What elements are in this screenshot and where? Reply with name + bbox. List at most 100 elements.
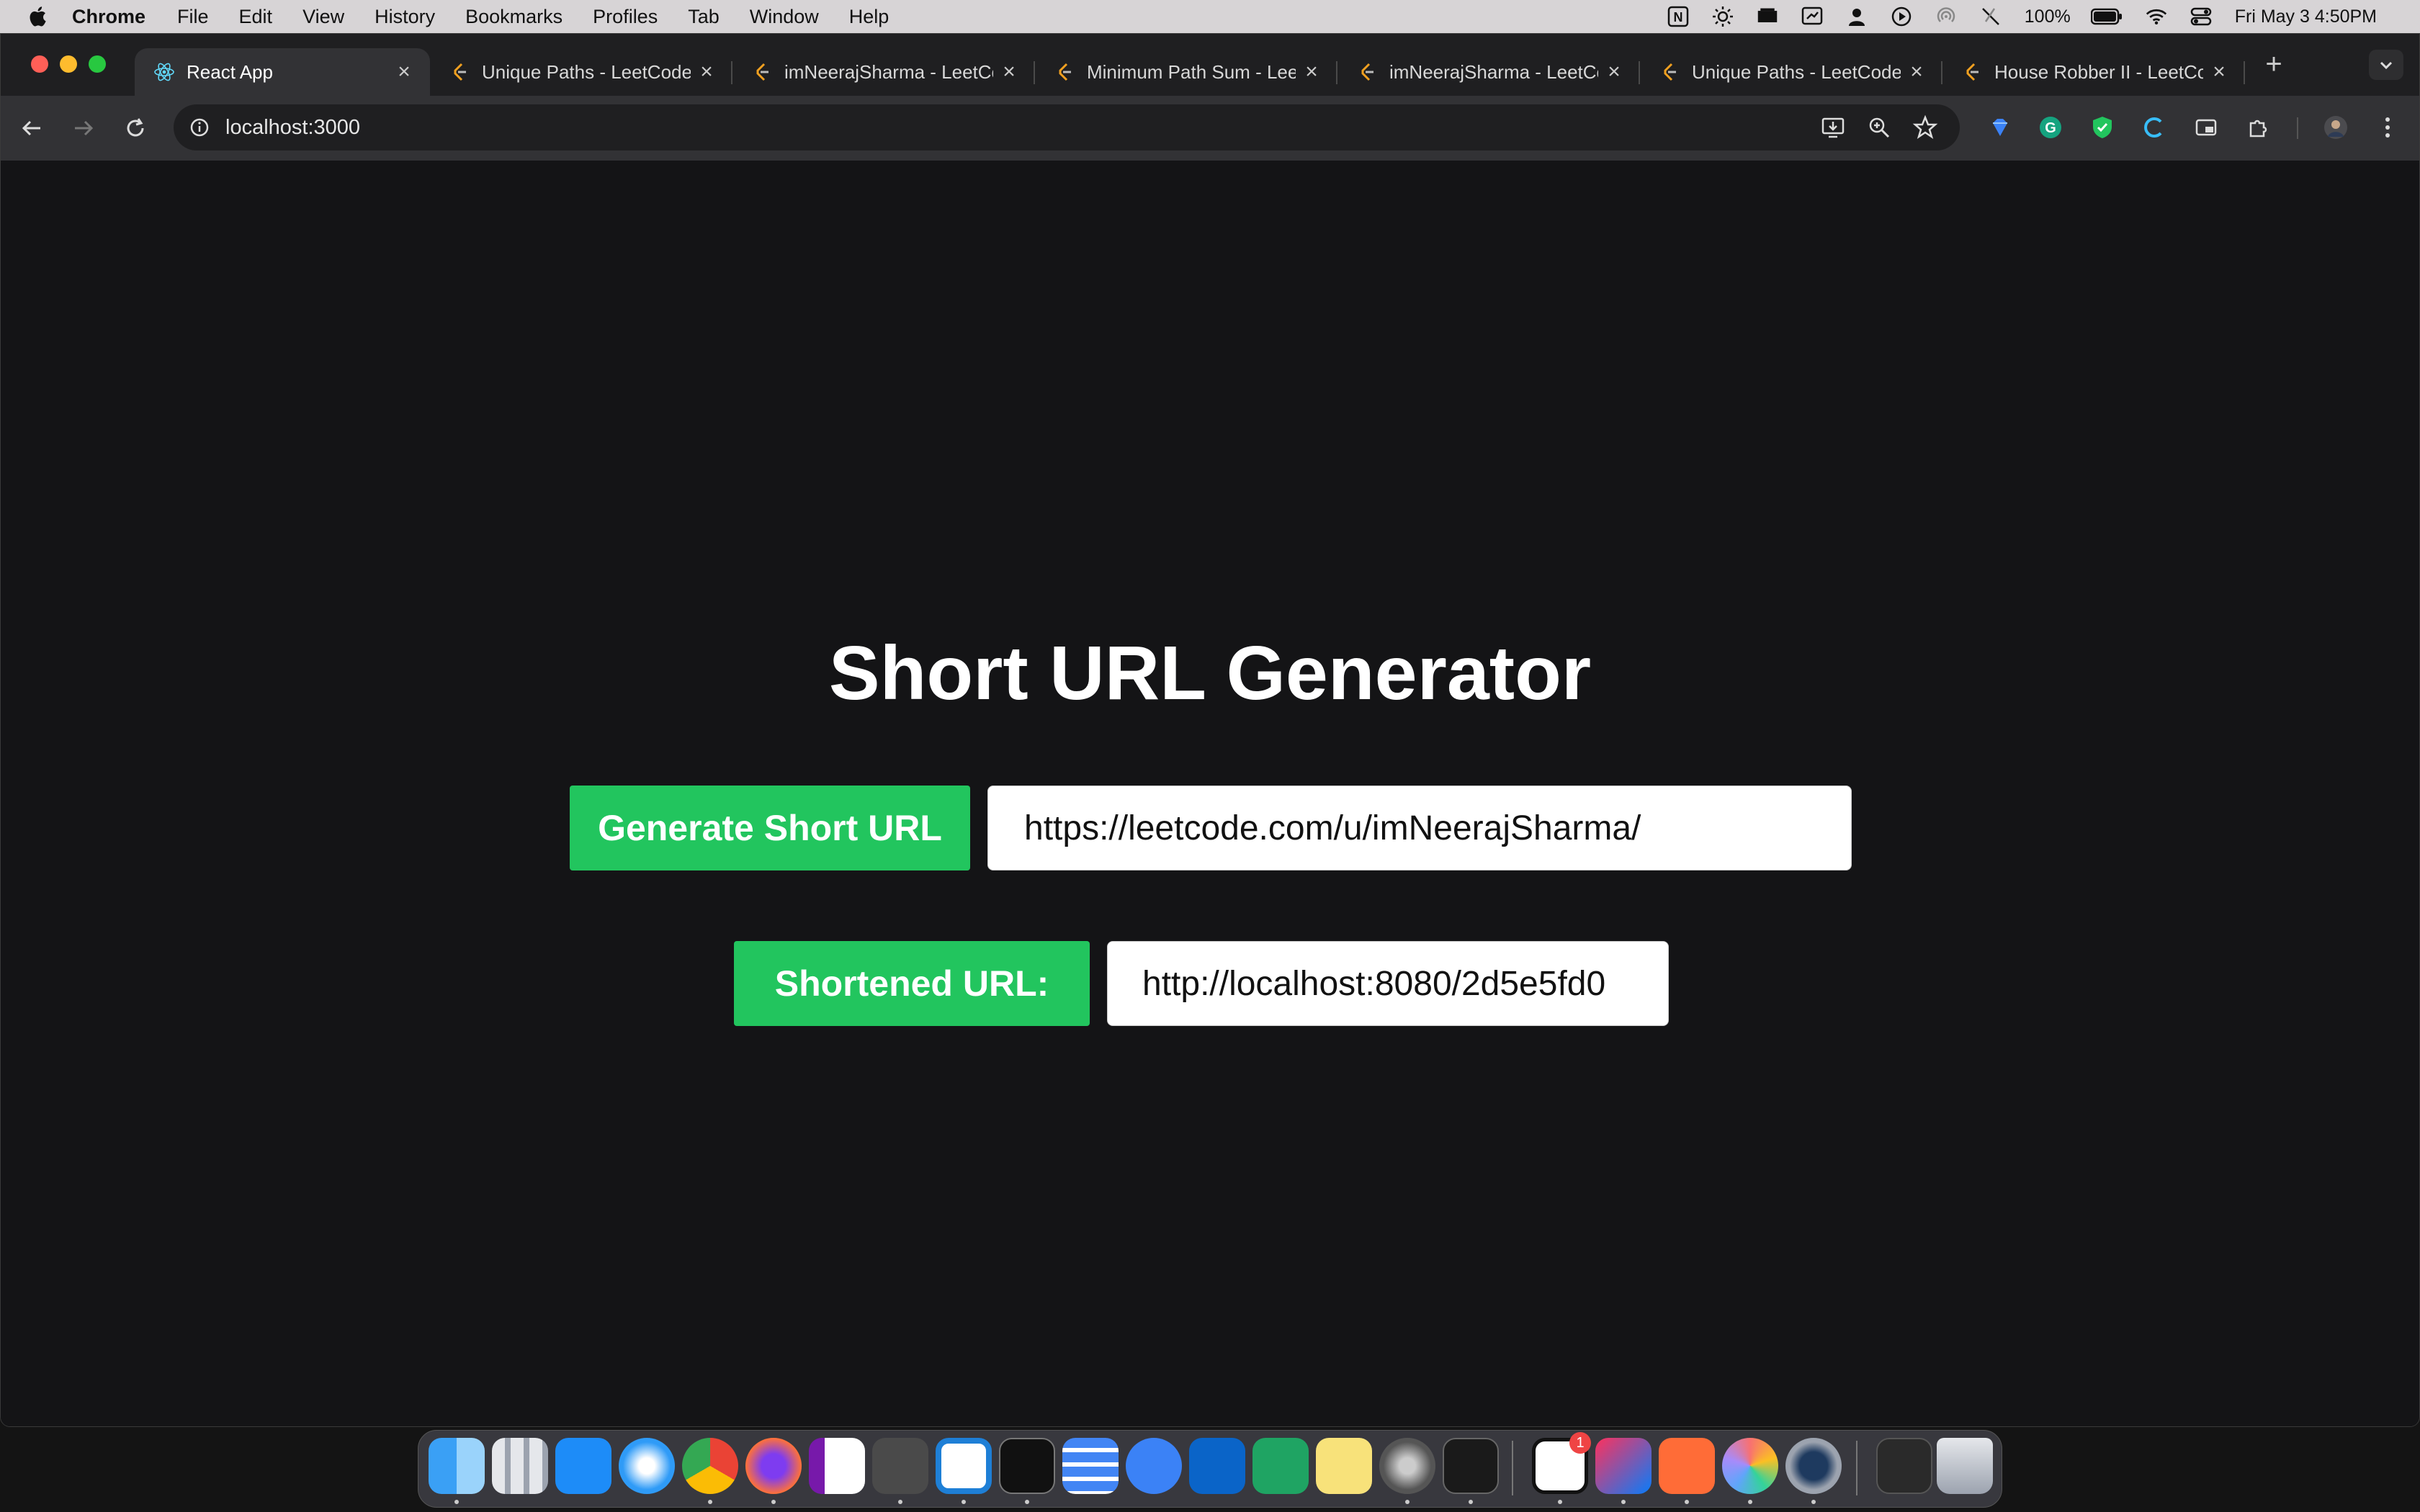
menu-help[interactable]: Help [849, 6, 889, 28]
battery-icon[interactable] [2090, 6, 2123, 27]
close-tab-icon[interactable]: × [2209, 61, 2229, 83]
close-tab-icon[interactable]: × [696, 61, 717, 83]
airdrop-icon[interactable] [1935, 6, 1957, 27]
running-indicator [1025, 1500, 1029, 1504]
google-sheets-icon[interactable] [1252, 1438, 1309, 1494]
display-icon[interactable] [1757, 6, 1778, 27]
disk-utility-icon[interactable] [1379, 1438, 1435, 1494]
grammarly-icon[interactable]: G [2036, 113, 2065, 142]
menu-history[interactable]: History [375, 6, 435, 28]
picture-in-picture-icon[interactable] [2192, 113, 2220, 142]
running-indicator [962, 1500, 966, 1504]
menu-tab[interactable]: Tab [688, 6, 720, 28]
menubar-clock[interactable]: Fri May 3 4:50PM [2235, 6, 2377, 27]
wifi-icon[interactable] [2146, 6, 2167, 27]
reload-button[interactable] [120, 113, 151, 143]
running-indicator [454, 1500, 459, 1504]
quicktime-icon[interactable] [1785, 1438, 1842, 1494]
icloud-icon[interactable] [1126, 1438, 1182, 1494]
close-tab-icon[interactable]: × [1906, 61, 1927, 83]
shield-icon[interactable] [2088, 113, 2117, 142]
browser-toolbar: localhost:3000 G [1, 96, 2419, 161]
outlook-icon[interactable] [1189, 1438, 1245, 1494]
tab-search-button[interactable] [2369, 50, 2403, 80]
leetcode-icon [756, 63, 768, 81]
brightness-icon[interactable] [1712, 6, 1734, 27]
control-center-icon[interactable] [2190, 6, 2212, 27]
app-store-icon[interactable] [555, 1438, 611, 1494]
forward-button[interactable] [68, 113, 99, 143]
running-indicator [771, 1500, 776, 1504]
extension-gem-icon[interactable] [1986, 113, 2015, 142]
running-indicator [708, 1500, 712, 1504]
photos-icon[interactable] [1722, 1438, 1778, 1494]
notion-status-icon[interactable]: N [1667, 6, 1689, 27]
macos-menu-bar: Chrome File Edit View History Bookmarks … [0, 0, 2420, 33]
generate-short-url-button[interactable]: Generate Short URL [570, 786, 970, 870]
menu-chrome[interactable]: Chrome [72, 6, 145, 28]
pen-off-icon[interactable] [1980, 6, 2002, 27]
c-extension-icon[interactable] [2140, 113, 2169, 142]
tab-unique-paths-2[interactable]: Unique Paths - LeetCode × [1640, 48, 1942, 96]
close-tab-icon[interactable]: × [394, 61, 414, 83]
tab-house-robber-ii[interactable]: House Robber II - LeetCode × [1942, 48, 2245, 96]
stickies-icon[interactable] [1316, 1438, 1372, 1494]
close-tab-icon[interactable]: × [1604, 61, 1624, 83]
close-tab-icon[interactable]: × [999, 61, 1019, 83]
intellij-icon[interactable] [1595, 1438, 1652, 1494]
trash-icon[interactable] [1937, 1438, 1993, 1494]
menu-edit[interactable]: Edit [239, 6, 273, 28]
svg-text:G: G [2045, 120, 2056, 136]
site-info-icon[interactable] [189, 117, 210, 138]
now-playing-icon[interactable] [1891, 6, 1912, 27]
close-window-button[interactable] [31, 55, 48, 73]
short-url-output[interactable] [1107, 941, 1669, 1026]
chevron-down-icon [2380, 61, 2393, 70]
tab-title: imNeerajSharma - LeetCode [1389, 60, 1598, 83]
tab-imneerajsharma[interactable]: imNeerajSharma - LeetCode × [732, 48, 1035, 96]
address-url[interactable]: localhost:3000 [225, 116, 360, 140]
tab-imneerajsharma-2[interactable]: imNeerajSharma - LeetCode × [1337, 48, 1640, 96]
long-url-input[interactable] [987, 786, 1852, 870]
postman-icon[interactable] [1659, 1438, 1715, 1494]
safari-icon[interactable] [619, 1438, 675, 1494]
launchpad-icon[interactable] [492, 1438, 548, 1494]
chrome-window: React App × Unique Paths - LeetCode × im… [0, 33, 2420, 1427]
close-tab-icon[interactable]: × [1301, 61, 1322, 83]
leetcode-icon [1361, 63, 1373, 81]
install-app-icon[interactable] [1820, 114, 1846, 140]
tab-minimum-path-sum[interactable]: Minimum Path Sum - LeetCode × [1035, 48, 1337, 96]
extensions-puzzle-icon[interactable] [2244, 113, 2272, 142]
onenote-icon[interactable] [809, 1438, 865, 1494]
apple-icon[interactable] [27, 5, 50, 28]
sublime-text-icon[interactable] [872, 1438, 928, 1494]
tab-separator [2244, 61, 2245, 84]
zoom-icon[interactable] [1866, 114, 1892, 140]
downloads-icon[interactable] [1876, 1438, 1932, 1494]
tab-react-app[interactable]: React App × [135, 48, 430, 96]
firefox-icon[interactable] [745, 1438, 802, 1494]
dock-separator [1856, 1441, 1857, 1495]
finder-icon[interactable] [429, 1438, 485, 1494]
minimize-window-button[interactable] [60, 55, 77, 73]
menu-bookmarks[interactable]: Bookmarks [465, 6, 563, 28]
user-icon[interactable] [1846, 6, 1868, 27]
new-tab-button[interactable]: + [2259, 50, 2288, 78]
address-bar[interactable]: localhost:3000 [174, 104, 1960, 150]
back-button[interactable] [17, 113, 47, 143]
chrome-menu-icon[interactable] [2373, 113, 2402, 142]
chrome-icon[interactable] [682, 1438, 738, 1494]
menu-profiles[interactable]: Profiles [593, 6, 658, 28]
profile-avatar[interactable] [2321, 113, 2350, 142]
screen-mirroring-icon[interactable] [1801, 6, 1823, 27]
zoom-window-button[interactable] [89, 55, 106, 73]
activity-monitor-icon[interactable] [1443, 1438, 1499, 1494]
menu-view[interactable]: View [302, 6, 344, 28]
google-docs-icon[interactable] [1062, 1438, 1119, 1494]
terminal-icon[interactable] [999, 1438, 1055, 1494]
vscode-icon[interactable] [936, 1438, 992, 1494]
bookmark-star-icon[interactable] [1912, 114, 1938, 140]
menu-window[interactable]: Window [750, 6, 819, 28]
menu-file[interactable]: File [177, 6, 209, 28]
tab-unique-paths[interactable]: Unique Paths - LeetCode × [430, 48, 732, 96]
